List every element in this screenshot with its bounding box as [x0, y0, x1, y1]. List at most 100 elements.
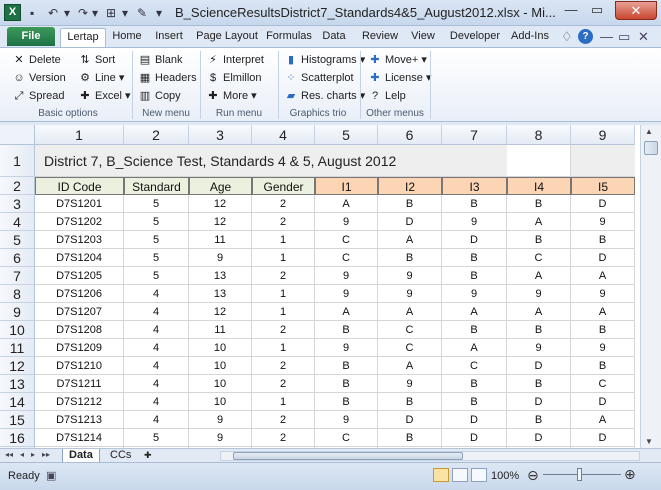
- column-label-cell[interactable]: I4: [507, 177, 571, 195]
- data-cell[interactable]: D: [442, 411, 507, 429]
- horizontal-scroll-thumb[interactable]: [233, 452, 463, 460]
- next-sheet-icon[interactable]: ▸: [31, 450, 35, 459]
- data-cell[interactable]: B: [378, 249, 442, 267]
- data-cell[interactable]: D: [442, 429, 507, 447]
- row-header[interactable]: 1: [0, 145, 35, 177]
- column-header[interactable]: 9: [571, 125, 635, 145]
- spread-button[interactable]: ⤢ Spread: [12, 88, 65, 105]
- page-layout-view-icon[interactable]: [452, 468, 468, 482]
- column-header[interactable]: 2: [124, 125, 189, 145]
- data-cell[interactable]: B: [507, 321, 571, 339]
- data-cell[interactable]: A: [315, 195, 378, 213]
- column-label-cell[interactable]: I2: [378, 177, 442, 195]
- data-cell[interactable]: 9: [571, 213, 635, 231]
- data-cell[interactable]: A: [442, 339, 507, 357]
- data-cell[interactable]: B: [571, 357, 635, 375]
- data-cell[interactable]: D7S1212: [35, 393, 124, 411]
- data-cell[interactable]: D7S1201: [35, 195, 124, 213]
- scroll-up-icon[interactable]: ▲: [645, 127, 653, 136]
- license-button[interactable]: ✚ License ▾: [368, 70, 431, 87]
- data-cell[interactable]: D: [571, 429, 635, 447]
- more-button[interactable]: ✚ More ▾: [206, 88, 256, 105]
- row-header[interactable]: 5: [0, 231, 35, 249]
- histograms-button[interactable]: ▮ Histograms ▾: [284, 52, 365, 69]
- data-cell[interactable]: 10: [189, 339, 252, 357]
- data-cell[interactable]: 9: [442, 213, 507, 231]
- zoom-out-icon[interactable]: ⊖: [527, 467, 539, 484]
- data-cell[interactable]: D: [378, 411, 442, 429]
- data-cell[interactable]: B: [378, 393, 442, 411]
- data-cell[interactable]: 9: [571, 339, 635, 357]
- workbook-restore-icon[interactable]: ▭: [618, 29, 630, 45]
- data-cell[interactable]: 1: [252, 231, 315, 249]
- data-cell[interactable]: 5: [124, 231, 189, 249]
- data-cell[interactable]: 12: [189, 303, 252, 321]
- zoom-slider-thumb[interactable]: [577, 468, 582, 481]
- data-cell[interactable]: 5: [124, 267, 189, 285]
- empty-cell[interactable]: [507, 145, 571, 177]
- macro-record-icon[interactable]: ▣: [46, 469, 56, 482]
- data-cell[interactable]: A: [378, 303, 442, 321]
- interpret-button[interactable]: ⚡ Interpret: [206, 52, 264, 69]
- data-cell[interactable]: 1: [252, 249, 315, 267]
- data-cell[interactable]: B: [571, 321, 635, 339]
- tab-view[interactable]: View: [408, 28, 438, 47]
- data-cell[interactable]: 5: [124, 249, 189, 267]
- workbook-close-icon[interactable]: ✕: [638, 29, 649, 45]
- column-header[interactable]: 1: [35, 125, 124, 145]
- data-cell[interactable]: D7S1203: [35, 231, 124, 249]
- data-cell[interactable]: B: [442, 393, 507, 411]
- column-header[interactable]: 6: [378, 125, 442, 145]
- data-cell[interactable]: 9: [189, 429, 252, 447]
- excel-app-icon[interactable]: X: [4, 4, 21, 21]
- qat-dropdown-icon[interactable]: ▾: [122, 5, 128, 21]
- data-cell[interactable]: B: [507, 231, 571, 249]
- data-cell[interactable]: C: [507, 249, 571, 267]
- lelp-button[interactable]: ? Lelp: [368, 88, 406, 105]
- data-cell[interactable]: B: [315, 375, 378, 393]
- copy-button[interactable]: ▥ Copy: [138, 88, 181, 105]
- row-header[interactable]: 9: [0, 303, 35, 321]
- data-cell[interactable]: 9: [315, 339, 378, 357]
- data-cell[interactable]: D: [571, 249, 635, 267]
- column-header[interactable]: 3: [189, 125, 252, 145]
- help-icon[interactable]: ?: [578, 29, 593, 44]
- data-cell[interactable]: D7S1210: [35, 357, 124, 375]
- data-cell[interactable]: D7S1202: [35, 213, 124, 231]
- redo-icon[interactable]: ↷: [78, 5, 88, 21]
- data-cell[interactable]: B: [315, 357, 378, 375]
- data-cell[interactable]: 9: [315, 285, 378, 303]
- redo-dropdown-icon[interactable]: ▾: [92, 5, 98, 21]
- tab-add-ins[interactable]: Add-Ins: [508, 28, 552, 47]
- tab-home[interactable]: Home: [108, 28, 146, 47]
- data-cell[interactable]: A: [378, 357, 442, 375]
- data-cell[interactable]: 1: [252, 393, 315, 411]
- data-cell[interactable]: B: [442, 375, 507, 393]
- row-header[interactable]: 15: [0, 411, 35, 429]
- tab-data[interactable]: Data: [318, 28, 350, 47]
- data-cell[interactable]: 2: [252, 411, 315, 429]
- scatterplot-button[interactable]: ⁘ Scatterplot: [284, 70, 353, 87]
- data-cell[interactable]: D7S1213: [35, 411, 124, 429]
- row-header[interactable]: 13: [0, 375, 35, 393]
- empty-cell[interactable]: [571, 145, 635, 177]
- data-cell[interactable]: 12: [189, 213, 252, 231]
- excel-button[interactable]: ✚ Excel ▾: [78, 88, 130, 105]
- horizontal-scrollbar[interactable]: [220, 451, 640, 461]
- data-cell[interactable]: B: [315, 321, 378, 339]
- row-header[interactable]: 12: [0, 357, 35, 375]
- row-header[interactable]: 3: [0, 195, 35, 213]
- data-cell[interactable]: C: [315, 249, 378, 267]
- data-cell[interactable]: B: [442, 195, 507, 213]
- row-header[interactable]: 8: [0, 285, 35, 303]
- row-header[interactable]: 14: [0, 393, 35, 411]
- column-header[interactable]: 8: [507, 125, 571, 145]
- data-cell[interactable]: A: [315, 303, 378, 321]
- row-header[interactable]: 2: [0, 177, 35, 195]
- move-plus-button[interactable]: ✚ Move+ ▾: [368, 52, 427, 69]
- column-label-cell[interactable]: ID Code: [35, 177, 124, 195]
- undo-dropdown-icon[interactable]: ▾: [64, 5, 70, 21]
- data-cell[interactable]: D: [442, 231, 507, 249]
- data-cell[interactable]: 13: [189, 267, 252, 285]
- data-cell[interactable]: 9: [507, 339, 571, 357]
